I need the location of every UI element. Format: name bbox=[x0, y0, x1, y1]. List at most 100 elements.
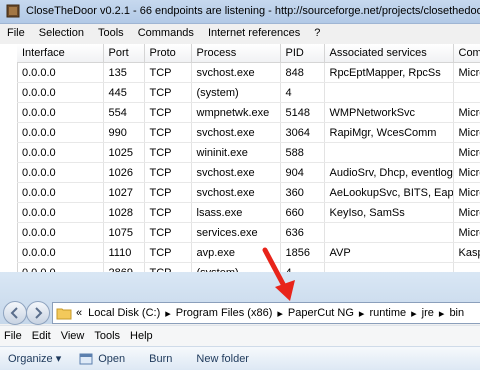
cell-interface: 0.0.0.0 bbox=[17, 162, 104, 183]
table-row[interactable]: 0.0.0.02869TCP(system)4 bbox=[17, 262, 480, 272]
cell-services: AVP bbox=[324, 242, 454, 263]
cell-company bbox=[453, 262, 480, 272]
cell-proto: TCP bbox=[144, 202, 192, 223]
cell-pid: 4 bbox=[280, 82, 325, 103]
explorer-menu-view[interactable]: View bbox=[57, 330, 91, 342]
menu-tools[interactable]: Tools bbox=[91, 24, 131, 43]
table-row[interactable]: 0.0.0.01110TCPavp.exe1856AVPKaspe bbox=[17, 242, 480, 263]
cell-services: AudioSrv, Dhcp, eventlog, bbox=[324, 162, 454, 183]
col-process[interactable]: Process bbox=[191, 44, 281, 63]
cell-port: 1028 bbox=[103, 202, 145, 223]
table-row[interactable]: 0.0.0.0 135 TCP svchost.exe 848 RpcEptMapper,… bbox=[17, 62, 480, 83]
cell-company: Micros bbox=[453, 122, 480, 143]
cell-services: WMPNetworkSvc bbox=[324, 102, 454, 123]
cell-interface: 0.0.0.0 bbox=[17, 262, 104, 272]
cell-interface: 0.0.0.0 bbox=[17, 222, 104, 243]
cell-company: Micros bbox=[453, 222, 480, 243]
menu-file[interactable]: File bbox=[0, 24, 32, 43]
table-row[interactable]: 0.0.0.01075TCPservices.exe636 Micros bbox=[17, 222, 480, 243]
breadcrumb-jre[interactable]: jre bbox=[422, 307, 434, 319]
explorer-menu-edit[interactable]: Edit bbox=[28, 330, 57, 342]
chevron-right-icon[interactable]: ▸ bbox=[439, 307, 445, 320]
cell-process: svchost.exe bbox=[191, 162, 281, 183]
chevron-right-icon[interactable]: ▸ bbox=[165, 307, 171, 320]
open-icon bbox=[79, 353, 93, 364]
cell-services bbox=[324, 82, 454, 103]
cell-process: svchost.exe bbox=[191, 62, 281, 83]
table-row[interactable]: 0.0.0.0 554 TCP wmpnetwk.exe 5148 WMPNetworkS… bbox=[17, 102, 480, 123]
breadcrumb-runtime[interactable]: runtime bbox=[369, 307, 406, 319]
cell-pid: 660 bbox=[280, 202, 325, 223]
table-row[interactable]: 0.0.0.0 1028 TCP lsass.exe 660 KeyIso, SamSs M… bbox=[17, 202, 480, 223]
address-bar[interactable]: « Local Disk (C:) ▸ Program Files (x86) … bbox=[52, 302, 480, 324]
cell-process: avp.exe bbox=[191, 242, 281, 263]
cell-process: (system) bbox=[191, 262, 281, 272]
breadcrumb-papercut[interactable]: PaperCut NG bbox=[288, 307, 354, 319]
cell-services: AeLookupSvc, BITS, EapH bbox=[324, 182, 454, 203]
cell-pid: 4 bbox=[280, 262, 325, 272]
explorer-menu-file[interactable]: File bbox=[0, 330, 28, 342]
cell-proto: TCP bbox=[144, 162, 192, 183]
explorer-nav-bar: « Local Disk (C:) ▸ Program Files (x86) … bbox=[0, 272, 480, 325]
open-button[interactable]: Open bbox=[98, 353, 125, 365]
table-row[interactable]: 0.0.0.01025TCPwininit.exe588 Micros bbox=[17, 142, 480, 163]
breadcrumb-bin[interactable]: bin bbox=[449, 307, 464, 319]
breadcrumb-program-files[interactable]: Program Files (x86) bbox=[176, 307, 273, 319]
menu-selection[interactable]: Selection bbox=[32, 24, 91, 43]
cell-process: svchost.exe bbox=[191, 122, 281, 143]
menu-internet-references[interactable]: Internet references bbox=[201, 24, 307, 43]
breadcrumb-local-disk[interactable]: Local Disk (C:) bbox=[88, 307, 160, 319]
cell-process: services.exe bbox=[191, 222, 281, 243]
col-pid[interactable]: PID bbox=[280, 44, 325, 63]
col-proto[interactable]: Proto bbox=[144, 44, 192, 63]
cell-pid: 848 bbox=[280, 62, 325, 83]
cell-pid: 588 bbox=[280, 142, 325, 163]
cell-pid: 5148 bbox=[280, 102, 325, 123]
table-row[interactable]: 0.0.0.0 1027 TCP svchost.exe 360 AeLookupSvc,… bbox=[17, 182, 480, 203]
cell-pid: 1856 bbox=[280, 242, 325, 263]
endpoints-table: Interface Port Proto Process PID Associa… bbox=[0, 44, 480, 272]
new-folder-button[interactable]: New folder bbox=[196, 353, 249, 365]
chevron-right-icon[interactable]: ▸ bbox=[359, 307, 365, 320]
cell-process: lsass.exe bbox=[191, 202, 281, 223]
cell-services: RapiMgr, WcesComm bbox=[324, 122, 454, 143]
chevron-right-icon[interactable]: ▸ bbox=[411, 307, 417, 320]
table-row[interactable]: 0.0.0.0 445 TCP (system) 4 bbox=[17, 82, 480, 103]
cell-company bbox=[453, 82, 480, 103]
forward-button[interactable] bbox=[26, 301, 50, 325]
explorer-menu-bar: File Edit View Tools Help bbox=[0, 325, 480, 346]
cell-port: 990 bbox=[103, 122, 145, 143]
cell-services: RpcEptMapper, RpcSs bbox=[324, 62, 454, 83]
col-interface[interactable]: Interface bbox=[17, 44, 104, 63]
menu-help[interactable]: ? bbox=[307, 24, 327, 43]
cell-company: Kaspe bbox=[453, 242, 480, 263]
explorer-menu-help[interactable]: Help bbox=[126, 330, 159, 342]
table-row[interactable]: 0.0.0.0 1026 TCP svchost.exe 904 AudioSrv, Dh… bbox=[17, 162, 480, 183]
cell-port: 1026 bbox=[103, 162, 145, 183]
cell-interface: 0.0.0.0 bbox=[17, 122, 104, 143]
cell-proto: TCP bbox=[144, 222, 192, 243]
back-button[interactable] bbox=[3, 301, 27, 325]
col-port[interactable]: Port bbox=[103, 44, 145, 63]
cell-proto: TCP bbox=[144, 62, 192, 83]
table-row[interactable]: 0.0.0.0 990 TCP svchost.exe 3064 RapiMgr, Wce… bbox=[17, 122, 480, 143]
burn-button[interactable]: Burn bbox=[149, 353, 172, 365]
cell-port: 1025 bbox=[103, 142, 145, 163]
col-company[interactable]: Company bbox=[453, 44, 480, 63]
organize-button[interactable]: Organize ▾ bbox=[8, 352, 61, 365]
explorer-menu-tools[interactable]: Tools bbox=[90, 330, 126, 342]
menu-commands[interactable]: Commands bbox=[131, 24, 201, 43]
cell-services bbox=[324, 222, 454, 243]
cell-company: Micros bbox=[453, 62, 480, 83]
forward-icon bbox=[35, 307, 43, 319]
cell-interface: 0.0.0.0 bbox=[17, 142, 104, 163]
cell-interface: 0.0.0.0 bbox=[17, 102, 104, 123]
breadcrumb-overflow[interactable]: « bbox=[76, 307, 82, 319]
chevron-right-icon[interactable]: ▸ bbox=[277, 307, 283, 320]
cell-interface: 0.0.0.0 bbox=[17, 182, 104, 203]
cell-port: 135 bbox=[103, 62, 145, 83]
cell-process: svchost.exe bbox=[191, 182, 281, 203]
cell-company: Micros bbox=[453, 202, 480, 223]
col-services[interactable]: Associated services bbox=[324, 44, 454, 63]
cell-company: Micros bbox=[453, 142, 480, 163]
